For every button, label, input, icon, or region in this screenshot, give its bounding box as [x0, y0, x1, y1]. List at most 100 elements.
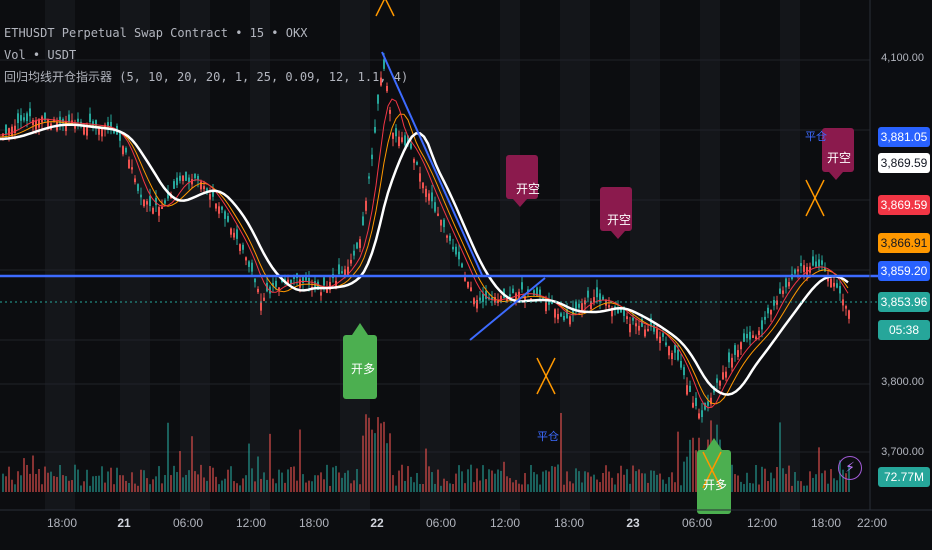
volume-bar	[797, 480, 799, 492]
volume-bar	[803, 485, 805, 492]
candle-body	[182, 175, 184, 182]
candle-body	[593, 297, 595, 302]
volume-bar	[614, 484, 616, 492]
volume-bar	[77, 469, 79, 492]
volume-bar	[341, 477, 343, 492]
candle-body	[368, 176, 370, 179]
price-badge-ma-orange: 3,866.91	[878, 233, 930, 253]
open-long-label: 开多	[351, 362, 376, 376]
candle-body	[734, 345, 736, 355]
volume-bar	[347, 470, 349, 492]
volume-bar	[674, 482, 676, 492]
indicator-label[interactable]: 回归均线开仓指示器 (5, 10, 20, 20, 1, 25, 0.09, 1…	[4, 66, 408, 88]
volume-bar	[587, 472, 589, 492]
volume-bar	[176, 472, 178, 492]
volume-bar	[191, 436, 193, 492]
candle-body	[686, 385, 688, 395]
volume-bar	[203, 477, 205, 492]
candle-body	[248, 261, 250, 267]
candle-body	[215, 203, 217, 209]
volume-bar	[449, 483, 451, 492]
volume-bar	[764, 468, 766, 492]
volume-bar	[485, 479, 487, 492]
time-tick: 12:00	[746, 516, 778, 530]
price-badge-ma-red: 3,869.59	[878, 195, 930, 215]
candle-body	[242, 244, 244, 250]
candle-body	[677, 349, 679, 360]
volume-bar	[299, 429, 301, 492]
price-badge-last: 3,853.96	[878, 292, 930, 312]
candle-body	[695, 397, 697, 407]
candle-body	[749, 331, 751, 340]
volume-bar	[755, 465, 757, 492]
candle-body	[839, 286, 841, 294]
volume-bar	[293, 466, 295, 492]
candle-body	[653, 324, 655, 332]
candle-body	[359, 239, 361, 248]
volume-bar	[95, 475, 97, 492]
volume-bar	[143, 470, 145, 492]
time-axis[interactable]: 18:00 21 06:00 12:00 18:00 22 06:00 12:0…	[0, 510, 887, 550]
volume-bar	[662, 479, 664, 492]
volume-bar	[281, 472, 283, 492]
volume-bar	[629, 483, 631, 492]
volume-bar	[749, 482, 751, 492]
time-tick: 06:00	[425, 516, 457, 530]
candle-body	[761, 320, 763, 330]
volume-bar	[806, 485, 808, 492]
volume-bar	[509, 478, 511, 492]
volume-bar	[158, 466, 160, 492]
candle-body	[752, 335, 754, 338]
candle-body	[521, 282, 523, 290]
volume-bar	[758, 484, 760, 492]
volume-bar	[608, 471, 610, 492]
candle-body	[83, 126, 85, 135]
candle-body	[668, 346, 670, 356]
time-tick: 12:00	[235, 516, 267, 530]
volume-bar	[752, 483, 754, 492]
candle-body	[563, 315, 565, 321]
candle-body	[479, 297, 481, 301]
close-cross-marker	[385, 0, 395, 17]
session-band	[780, 0, 800, 510]
volume-bar	[236, 483, 238, 492]
volume-bar	[419, 483, 421, 492]
price-axis[interactable]: 4,100.00 3,800.00 3,700.00	[870, 0, 932, 510]
time-tick: 18:00	[298, 516, 330, 530]
volume-bar	[575, 468, 577, 492]
volume-bar	[641, 473, 643, 492]
candle-body	[230, 228, 232, 235]
volume-bar	[44, 466, 46, 492]
volume-bar	[356, 469, 358, 492]
volume-bar	[788, 465, 790, 492]
candle-body	[800, 263, 802, 267]
candle-body	[842, 299, 844, 306]
symbol-title[interactable]: ETHUSDT Perpetual Swap Contract • 15 • O…	[4, 22, 408, 44]
volume-bar	[128, 482, 130, 492]
volume-bar	[296, 480, 298, 492]
volume-bar	[8, 466, 10, 492]
candle-body	[101, 128, 103, 137]
volume-bar	[473, 482, 475, 492]
volume-bar	[581, 482, 583, 492]
volume-bar	[278, 469, 280, 492]
candle-body	[125, 147, 127, 153]
volume-indicator-label[interactable]: Vol • USDT	[4, 44, 408, 66]
volume-bar	[29, 473, 31, 492]
time-tick: 18:00	[553, 516, 585, 530]
volume-bar	[47, 472, 49, 492]
candle-body	[428, 193, 430, 201]
candle-body	[275, 280, 277, 287]
candle-body	[581, 303, 583, 311]
volume-bar	[23, 458, 25, 492]
volume-bar	[527, 484, 529, 492]
candle-body	[830, 278, 832, 288]
volume-bar	[74, 464, 76, 492]
lightning-icon[interactable]: ⚡	[838, 456, 862, 480]
candle-body	[632, 317, 634, 321]
candle-body	[143, 199, 145, 207]
candle-body	[146, 201, 148, 205]
candle-body	[5, 124, 7, 134]
volume-bar	[380, 423, 382, 492]
volume-bar	[38, 468, 40, 492]
